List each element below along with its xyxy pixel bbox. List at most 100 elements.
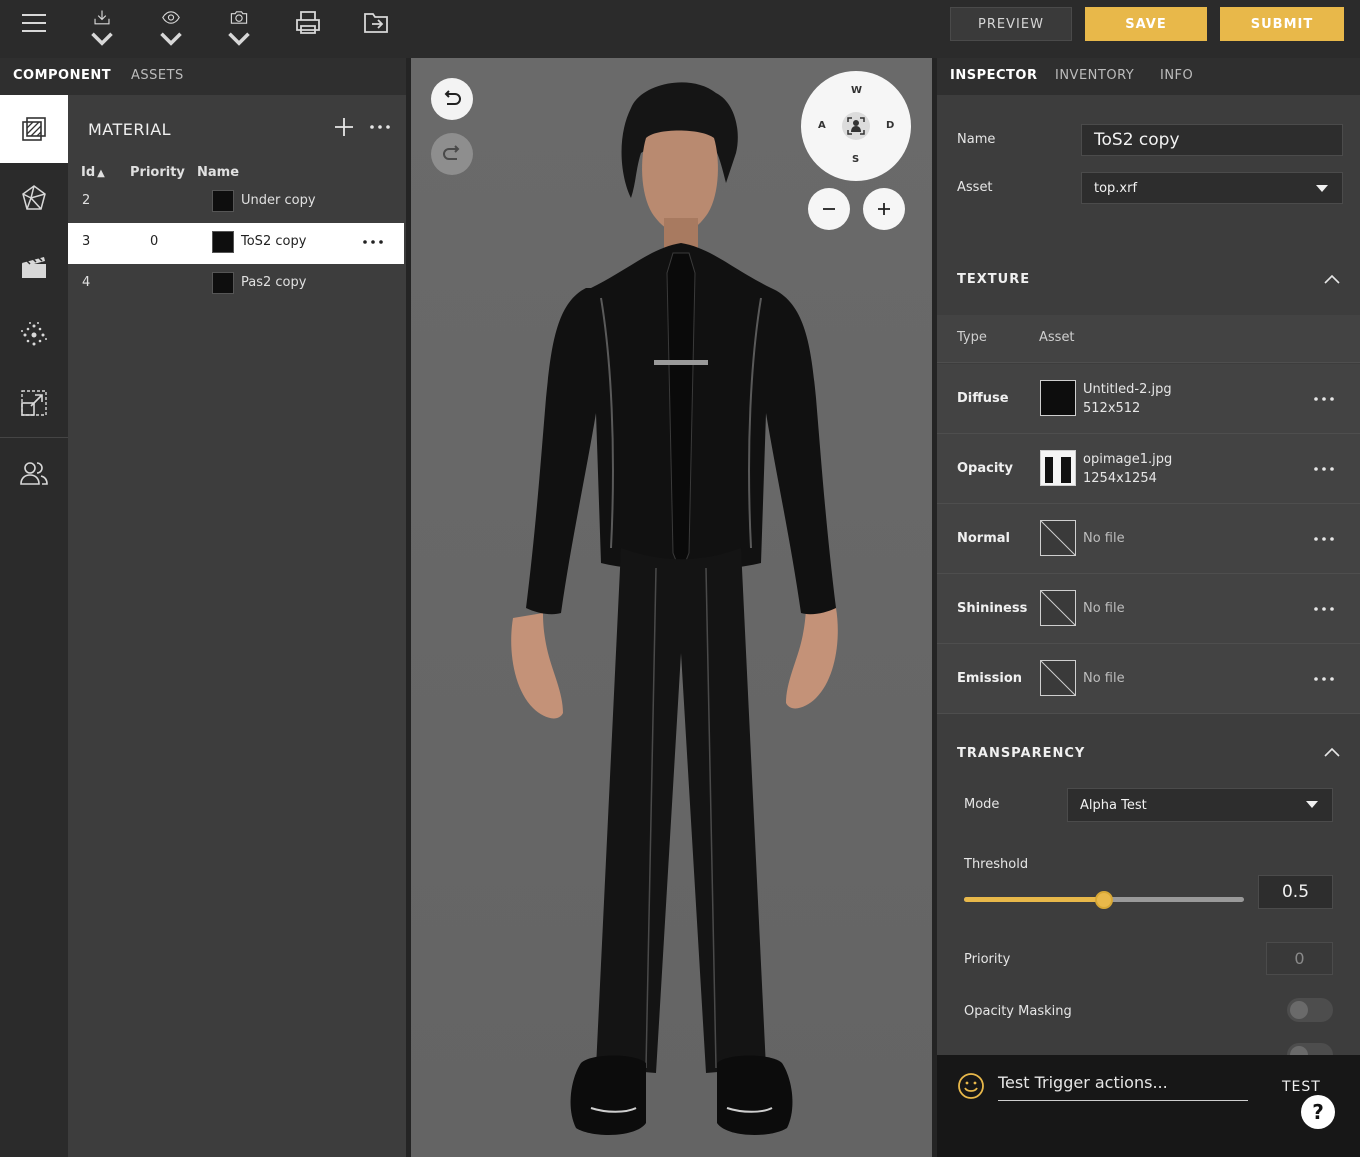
more-icon[interactable] bbox=[1313, 675, 1335, 683]
material-row-name: ToS2 copy bbox=[241, 234, 307, 249]
help-button[interactable]: ? bbox=[1301, 1095, 1335, 1129]
left-tool-rail bbox=[0, 95, 68, 1157]
camera-icon[interactable] bbox=[219, 8, 259, 48]
smile-icon[interactable] bbox=[957, 1072, 985, 1100]
chevron-down-icon bbox=[228, 32, 250, 46]
test-button[interactable]: TEST bbox=[1282, 1079, 1321, 1095]
download-icon[interactable] bbox=[82, 8, 122, 48]
texture-file-name: No file bbox=[1083, 601, 1125, 616]
avatar-model bbox=[511, 82, 838, 1135]
no-file-slash-icon bbox=[1040, 660, 1076, 696]
texture-file-name: No file bbox=[1083, 671, 1125, 686]
compass-w-label[interactable]: W bbox=[851, 85, 862, 96]
texture-row-shininess[interactable]: Shininess No file bbox=[937, 574, 1360, 644]
texture-row-emission[interactable]: Emission No file bbox=[937, 644, 1360, 714]
column-header-priority[interactable]: Priority bbox=[130, 165, 185, 180]
submit-button[interactable]: SUBMIT bbox=[1220, 7, 1344, 41]
texture-type-label: Diffuse bbox=[957, 391, 1009, 406]
menu-icon[interactable] bbox=[14, 8, 54, 48]
focus-target-icon[interactable] bbox=[841, 111, 871, 141]
more-icon[interactable] bbox=[1313, 395, 1335, 403]
empty-texture-thumbnail[interactable] bbox=[1040, 520, 1076, 556]
mode-select[interactable]: Alpha Test bbox=[1067, 788, 1333, 822]
chevron-up-icon[interactable] bbox=[1324, 274, 1340, 284]
particles-icon bbox=[21, 322, 47, 346]
compass-s-label[interactable]: S bbox=[852, 154, 859, 165]
asset-select-value: top.xrf bbox=[1094, 180, 1138, 196]
rail-mesh-button[interactable] bbox=[0, 165, 68, 233]
undo-button[interactable] bbox=[431, 78, 473, 120]
chevron-down-icon bbox=[91, 32, 113, 46]
compass-a-label[interactable]: A bbox=[818, 120, 826, 131]
eye-icon[interactable] bbox=[151, 8, 191, 48]
threshold-slider-handle[interactable] bbox=[1095, 891, 1113, 909]
chevron-up-icon[interactable] bbox=[1324, 747, 1340, 757]
rail-resize-button[interactable] bbox=[0, 369, 68, 437]
rail-particles-button[interactable] bbox=[0, 301, 68, 369]
rail-material-button[interactable] bbox=[0, 95, 68, 163]
empty-texture-thumbnail[interactable] bbox=[1040, 660, 1076, 696]
material-thumbnail bbox=[212, 272, 234, 294]
material-row[interactable]: 2 Under copy bbox=[68, 182, 404, 223]
tab-component[interactable]: COMPONENT bbox=[13, 68, 111, 83]
add-icon[interactable] bbox=[334, 117, 354, 137]
rail-animation-button[interactable] bbox=[0, 233, 68, 301]
priority-input[interactable]: 0 bbox=[1266, 942, 1333, 975]
toggle-knob bbox=[1290, 1046, 1308, 1055]
tab-assets[interactable]: ASSETS bbox=[131, 68, 184, 83]
compass-d-label[interactable]: D bbox=[886, 120, 894, 131]
tab-inspector[interactable]: INSPECTOR bbox=[950, 68, 1037, 83]
asset-select[interactable]: top.xrf bbox=[1081, 172, 1343, 204]
name-input[interactable]: ToS2 copy bbox=[1081, 124, 1343, 156]
empty-texture-thumbnail[interactable] bbox=[1040, 590, 1076, 626]
column-header-id[interactable]: Id ▲ bbox=[81, 165, 105, 180]
more-icon[interactable] bbox=[368, 117, 392, 137]
texture-row-diffuse[interactable]: Diffuse Untitled-2.jpg 512x512 bbox=[937, 364, 1360, 434]
mode-label: Mode bbox=[964, 797, 1000, 812]
camera-navigation-compass[interactable]: W A D S bbox=[801, 71, 911, 181]
preview-button[interactable]: PREVIEW bbox=[950, 7, 1072, 41]
texture-row-opacity[interactable]: Opacity opimage1.jpg 1254x1254 bbox=[937, 434, 1360, 504]
tab-inventory[interactable]: INVENTORY bbox=[1055, 68, 1134, 83]
opacity-masking-toggle[interactable] bbox=[1287, 998, 1333, 1022]
texture-thumbnail[interactable] bbox=[1040, 450, 1076, 486]
save-button[interactable]: SAVE bbox=[1085, 7, 1207, 41]
trigger-bar: Test Trigger actions... TEST ? bbox=[937, 1055, 1360, 1157]
more-icon[interactable] bbox=[1313, 465, 1335, 473]
more-icon[interactable] bbox=[1313, 535, 1335, 543]
trigger-actions-input[interactable]: Test Trigger actions... bbox=[998, 1073, 1248, 1101]
left-panel-tabs: COMPONENT ASSETS bbox=[0, 58, 408, 95]
texture-file-name: Untitled-2.jpg bbox=[1083, 382, 1172, 397]
printer-icon[interactable] bbox=[288, 8, 328, 48]
tab-info[interactable]: INFO bbox=[1160, 68, 1193, 83]
column-header-name[interactable]: Name bbox=[197, 165, 239, 180]
mode-select-value: Alpha Test bbox=[1080, 797, 1147, 813]
material-row-id: 4 bbox=[82, 275, 91, 290]
more-icon[interactable] bbox=[362, 238, 384, 246]
material-row-id: 3 bbox=[82, 234, 91, 249]
3d-viewport[interactable]: W A D S bbox=[411, 58, 932, 1157]
rail-users-button[interactable] bbox=[0, 439, 68, 507]
material-row-selected[interactable]: 3 0 ToS2 copy bbox=[68, 223, 404, 264]
minus-icon bbox=[823, 208, 835, 210]
more-icon[interactable] bbox=[1313, 605, 1335, 613]
zoom-in-button[interactable] bbox=[863, 188, 905, 230]
inspector-panel: Name ToS2 copy Asset top.xrf TEXTURE Typ… bbox=[937, 95, 1360, 1055]
redo-button[interactable] bbox=[431, 133, 473, 175]
asset-label: Asset bbox=[957, 180, 993, 195]
threshold-label: Threshold bbox=[964, 857, 1029, 872]
texture-thumbnail[interactable] bbox=[1040, 380, 1076, 416]
texture-type-label: Opacity bbox=[957, 461, 1013, 476]
priority-label: Priority bbox=[964, 952, 1011, 967]
zoom-out-button[interactable] bbox=[808, 188, 850, 230]
secondary-toggle[interactable] bbox=[1287, 1043, 1333, 1055]
right-panel-tabs: INSPECTOR INVENTORY INFO bbox=[937, 58, 1360, 95]
texture-row-normal[interactable]: Normal No file bbox=[937, 504, 1360, 574]
material-row[interactable]: 4 Pas2 copy bbox=[68, 264, 404, 305]
threshold-slider[interactable] bbox=[964, 891, 1244, 909]
no-file-slash-icon bbox=[1040, 520, 1076, 556]
threshold-input[interactable]: 0.5 bbox=[1258, 875, 1333, 909]
export-icon[interactable] bbox=[356, 8, 396, 48]
opacity-masking-label: Opacity Masking bbox=[964, 1004, 1072, 1019]
caret-down-icon bbox=[1306, 801, 1318, 808]
